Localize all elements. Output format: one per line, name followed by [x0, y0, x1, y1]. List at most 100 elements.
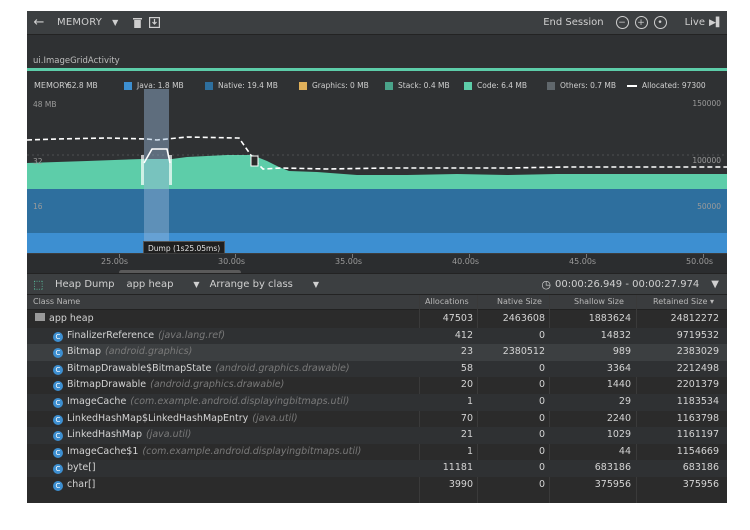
- table-row[interactable]: C ImageCache$1 (com.example.android.displa…: [27, 444, 727, 461]
- shallow-size-cell: 375956: [594, 479, 631, 490]
- column-shallow-size[interactable]: Shallow Size: [574, 297, 624, 306]
- retained-size-cell: 683186: [682, 462, 719, 474]
- native-size-cell: 2380512: [502, 346, 545, 358]
- table-row[interactable]: C BitmapDrawable$BitmapState (android.grap…: [27, 360, 727, 378]
- reset-zoom-icon[interactable]: •: [653, 16, 667, 29]
- table-row[interactable]: Cbyte[] 11181 0 683186 683186: [27, 460, 727, 477]
- allocations-cell: 21: [460, 429, 473, 441]
- shallow-size-cell: 989: [612, 346, 631, 358]
- retained-size-cell: 1183534: [676, 396, 719, 407]
- x-tick-label: 30.00s: [218, 257, 246, 266]
- class-package: (com.example.android.displayingbitmaps.u…: [142, 445, 362, 457]
- table-row[interactable]: C LinkedHashMap (java.util) 21 0 1029 1161197: [27, 427, 727, 444]
- retained-size-cell: 2201379: [676, 379, 719, 391]
- native-size-cell: 0: [538, 479, 545, 490]
- code-memory-area: [27, 155, 727, 189]
- column-native-size[interactable]: Native Size: [497, 297, 542, 306]
- capture-time-range: 00:00:26.949 - 00:00:27.974: [554, 278, 700, 290]
- retained-size-cell: 24812272: [670, 313, 719, 324]
- save-heap-dump-icon[interactable]: [148, 12, 160, 34]
- class-name-cell: C Bitmap (android.graphics): [53, 346, 193, 359]
- table-row[interactable]: C FinalizerReference (java.lang.ref) 412 0 14…: [27, 327, 727, 345]
- class-icon: C: [53, 431, 63, 442]
- legend-others: Others: 0.7 MB: [547, 81, 616, 90]
- class-package: (android.graphics.drawable): [150, 379, 285, 391]
- stack-swatch: [385, 81, 393, 90]
- filter-icon[interactable]: ▼: [711, 279, 719, 290]
- native-size-cell: 0: [538, 412, 545, 424]
- class-icon: C: [53, 381, 63, 392]
- zoom-out-icon[interactable]: −: [615, 16, 629, 29]
- allocations-cell: 20: [460, 379, 473, 391]
- class-name: LinkedHashMap$LinkedHashMapEntry: [67, 412, 249, 424]
- heap-select[interactable]: app heap: [126, 279, 173, 290]
- play-to-end-icon[interactable]: ▶▌: [709, 18, 723, 28]
- arrow-left-icon[interactable]: ←: [29, 12, 49, 34]
- class-package: (android.graphics): [105, 346, 193, 358]
- chevron-down-icon[interactable]: ▼: [112, 12, 118, 34]
- column-allocations[interactable]: Allocations: [425, 297, 469, 306]
- native-size-cell: 0: [538, 379, 545, 391]
- y-axis-left-tick: 48 MB: [33, 100, 57, 109]
- legend-graphics: Graphics: 0 MB: [299, 81, 369, 90]
- y-axis-right-tick: 100000: [692, 156, 721, 165]
- table-row[interactable]: C Bitmap (android.graphics) 23 2380512 989 238…: [27, 344, 727, 361]
- end-session-button[interactable]: End Session: [543, 17, 603, 28]
- java-memory-area: [27, 233, 727, 253]
- table-row[interactable]: app heap 47503 2463608 1883624 24812272: [27, 311, 727, 328]
- zoom-in-icon[interactable]: +: [634, 16, 648, 29]
- memory-chart[interactable]: MEMORY 62.8 MB Java: 1.8 MB Native: 19.4…: [27, 71, 727, 278]
- table-row[interactable]: Cchar[] 3990 0 375956 375956: [27, 477, 727, 494]
- legend-stack: Stack: 0.4 MB: [385, 81, 450, 90]
- retained-size-cell: 9719532: [676, 329, 719, 341]
- table-row[interactable]: C LinkedHashMap$LinkedHashMapEntry (java.u…: [27, 411, 727, 428]
- allocations-cell: 58: [460, 362, 473, 374]
- x-tick-label: 40.00s: [452, 257, 480, 266]
- column-class-name[interactable]: Class Name: [33, 297, 80, 306]
- allocations-cell: 412: [454, 329, 473, 341]
- arrange-select[interactable]: Arrange by class: [210, 279, 293, 290]
- class-icon: C: [53, 414, 63, 425]
- graphics-swatch: [299, 81, 307, 90]
- allocations-cell: 1: [466, 445, 473, 457]
- profiler-select[interactable]: MEMORY: [57, 12, 102, 34]
- shallow-size-cell: 683186: [594, 462, 631, 474]
- native-size-cell: 0: [538, 329, 545, 341]
- class-icon: C: [53, 331, 63, 342]
- class-name: ImageCache: [67, 396, 127, 407]
- class-package: (java.util): [145, 429, 192, 441]
- x-tick-label: 25.00s: [101, 257, 129, 266]
- chevron-down-icon[interactable]: ▼: [313, 280, 319, 289]
- chevron-down-icon[interactable]: ▼: [193, 280, 199, 289]
- class-name: app heap: [49, 313, 94, 324]
- retained-size-cell: 2212498: [676, 362, 719, 374]
- memory-title: MEMORY: [34, 81, 70, 90]
- shallow-size-cell: 14832: [600, 329, 631, 341]
- allocations-cell: 70: [460, 412, 473, 424]
- class-name: byte[]: [67, 462, 96, 474]
- android-profiler-window: ← MEMORY ▼ End Session − + • Live ▶▌ ui.…: [27, 11, 727, 503]
- capture-range: ◷ 00:00:26.949 - 00:00:27.974 ▼: [541, 278, 719, 291]
- export-icon[interactable]: ⬚: [33, 278, 43, 291]
- heap-dump-label: Heap Dump: [55, 278, 115, 290]
- live-toggle[interactable]: Live: [685, 17, 705, 28]
- others-swatch: [547, 81, 555, 90]
- class-name-cell: C ImageCache$1 (com.example.android.displa…: [53, 446, 361, 458]
- table-header: Class Name Allocations Native Size Shall…: [27, 295, 727, 310]
- memory-chart-svg: [27, 89, 727, 253]
- class-icon: C: [53, 447, 63, 458]
- table-row[interactable]: C ImageCache (com.example.android.displayi…: [27, 394, 727, 411]
- x-tick-label: 45.00s: [569, 257, 597, 266]
- column-retained-size[interactable]: Retained Size ▾: [653, 297, 714, 306]
- trash-icon[interactable]: [132, 12, 142, 34]
- allocations-cell: 47503: [442, 313, 473, 324]
- shallow-size-cell: 29: [618, 396, 631, 407]
- class-name-cell: C LinkedHashMap (java.util): [53, 429, 192, 442]
- class-package: (java.util): [252, 412, 298, 424]
- legend-allocated: Allocated: 97300: [627, 81, 706, 90]
- class-name: char[]: [67, 479, 96, 490]
- y-axis-left-tick: 32: [33, 157, 43, 166]
- class-name: BitmapDrawable$BitmapState: [67, 362, 212, 374]
- table-row[interactable]: C BitmapDrawable (android.graphics.drawabl…: [27, 377, 727, 394]
- native-size-cell: 0: [538, 462, 545, 474]
